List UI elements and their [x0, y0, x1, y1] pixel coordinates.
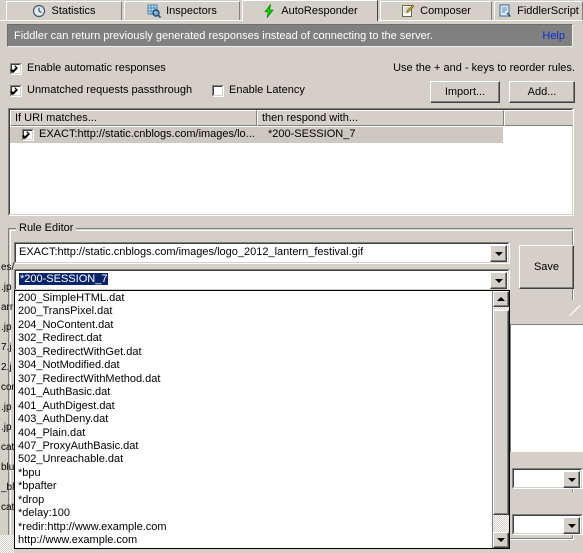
chevron-down-icon[interactable]	[563, 471, 580, 488]
enable-latency-label[interactable]: Enable Latency	[229, 84, 305, 96]
background-session-fragment: cat	[1, 442, 15, 453]
background-session-fragment: 2.j	[1, 362, 12, 373]
dropdown-item[interactable]: *redir:http://www.example.com	[15, 521, 493, 535]
dropdown-item[interactable]: 403_AuthDeny.dat	[15, 413, 493, 427]
dropdown-item[interactable]: http://www.example.com	[15, 534, 493, 548]
column-header-uri[interactable]: If URI matches...	[10, 110, 257, 126]
background-session-fragment: blu	[1, 462, 15, 473]
dropdown-scrollbar[interactable]	[492, 291, 509, 548]
magnifier-grid-icon	[147, 4, 162, 19]
chevron-down-icon[interactable]	[490, 272, 507, 289]
background-combo-2[interactable]	[512, 514, 583, 535]
tab-label: Inspectors	[166, 5, 217, 17]
rule-respond-combo[interactable]: *200-SESSION_7	[14, 269, 510, 291]
dropdown-item[interactable]: 200_SimpleHTML.dat	[15, 292, 493, 306]
save-button-label: Save	[533, 261, 560, 273]
rule-editor-label: Rule Editor	[16, 222, 77, 234]
dropdown-item[interactable]: 204_NoContent.dat	[15, 319, 493, 333]
rule-match-value[interactable]: EXACT:http://static.cnblogs.com/images/l…	[19, 246, 363, 258]
dropdown-item[interactable]: 401_AuthBasic.dat	[15, 386, 493, 400]
rule-respond-value[interactable]: *200-SESSION_7	[19, 273, 109, 285]
import-button-label: Import...	[444, 86, 486, 98]
tab-label: Statistics	[51, 5, 96, 17]
rule-uri-text: EXACT:http://static.cnblogs.com/images/l…	[39, 128, 255, 140]
background-session-fragment: .jp	[1, 402, 12, 413]
rule-respond-text: *200-SESSION_7	[268, 128, 356, 140]
dropdown-item[interactable]: 200_TransPixel.dat	[15, 305, 493, 319]
dropdown-item[interactable]: Find a file...	[15, 547, 493, 548]
reorder-rules-hint: Use the + and - keys to reorder rules.	[393, 62, 575, 74]
background-session-fragment: cor	[1, 382, 15, 393]
chevron-down-icon[interactable]	[563, 517, 580, 534]
lightning-bolt-icon	[262, 3, 276, 19]
dropdown-item[interactable]: 407_ProxyAuthBasic.dat	[15, 440, 493, 454]
dropdown-item[interactable]: *drop	[15, 494, 493, 508]
resize-grip[interactable]	[568, 303, 581, 317]
rules-list-header: If URI matches... then respond with...	[10, 110, 573, 126]
enable-automatic-responses-checkbox[interactable]	[10, 63, 22, 75]
background-session-fragment: .jp	[1, 422, 12, 433]
unmatched-requests-passthrough-label[interactable]: Unmatched requests passthrough	[27, 84, 192, 96]
background-session-fragment: arr	[1, 302, 14, 313]
background-right-panel	[510, 300, 583, 553]
dropdown-item[interactable]: *delay:100	[15, 507, 493, 521]
tab-fiddlerscript[interactable]: FiddlerScript	[494, 1, 583, 20]
tab-composer[interactable]: Composer	[380, 1, 492, 20]
add-button-label: Add...	[527, 86, 557, 98]
background-session-fragment: cat	[1, 502, 15, 513]
notepad-pencil-icon	[401, 4, 415, 18]
chevron-down-icon[interactable]	[490, 245, 507, 262]
tab-inspectors[interactable]: Inspectors	[124, 1, 240, 20]
dropdown-item[interactable]: *bpu	[15, 467, 493, 481]
add-button[interactable]: Add...	[509, 81, 575, 103]
table-row[interactable]: EXACT:http://static.cnblogs.com/images/l…	[10, 127, 503, 143]
column-header-respond[interactable]: then respond with...	[257, 110, 504, 126]
enable-latency-checkbox[interactable]	[212, 85, 224, 97]
enable-automatic-responses-label[interactable]: Enable automatic responses	[27, 62, 166, 74]
info-bar-message: Fiddler can return previously generated …	[14, 30, 433, 42]
background-combo-1[interactable]	[512, 468, 583, 489]
rules-list[interactable]: If URI matches... then respond with... E…	[8, 108, 574, 216]
background-session-fragment: .jp	[1, 282, 12, 293]
respond-with-dropdown-list[interactable]: Find a file...http://www.example.com*red…	[14, 290, 510, 549]
save-button[interactable]: Save	[519, 245, 574, 289]
tab-statistics[interactable]: Statistics	[6, 1, 122, 20]
background-session-fragment: es/	[1, 262, 15, 273]
dropdown-item[interactable]: 502_Unreachable.dat	[15, 453, 493, 467]
dropdown-item[interactable]: 303_RedirectWithGet.dat	[15, 346, 493, 360]
info-bar: Fiddler can return previously generated …	[7, 24, 573, 47]
dropdown-item[interactable]: 307_RedirectWithMethod.dat	[15, 373, 493, 387]
dropdown-item[interactable]: 304_NotModified.dat	[15, 359, 493, 373]
column-header-extra[interactable]	[504, 110, 573, 126]
tab-autoresponder[interactable]: AutoResponder	[242, 0, 378, 21]
rule-enabled-checkbox[interactable]	[22, 129, 34, 141]
scroll-down-button[interactable]	[493, 532, 509, 548]
background-session-fragment: 7.j	[1, 342, 12, 353]
scrollbar-thumb[interactable]	[493, 310, 509, 515]
import-button[interactable]: Import...	[430, 81, 500, 103]
dropdown-item[interactable]: 302_Redirect.dat	[15, 332, 493, 346]
help-link[interactable]: Help	[542, 30, 565, 42]
dropdown-item[interactable]: *bpafter	[15, 480, 493, 494]
tab-label: Composer	[420, 5, 471, 17]
dropdown-item[interactable]: 404_Plain.dat	[15, 427, 493, 441]
script-page-icon	[498, 4, 512, 18]
tab-label: FiddlerScript	[517, 5, 579, 17]
tab-label: AutoResponder	[281, 5, 358, 17]
rule-match-combo[interactable]: EXACT:http://static.cnblogs.com/images/l…	[14, 242, 510, 264]
clock-icon	[32, 4, 46, 18]
unmatched-requests-passthrough-checkbox[interactable]	[10, 85, 22, 97]
scroll-up-button[interactable]	[493, 291, 509, 307]
background-session-fragment: .jp	[1, 322, 12, 333]
dropdown-item[interactable]: 401_AuthDigest.dat	[15, 400, 493, 414]
tab-strip: Statistics Inspectors AutoResponder Compose…	[0, 0, 583, 21]
